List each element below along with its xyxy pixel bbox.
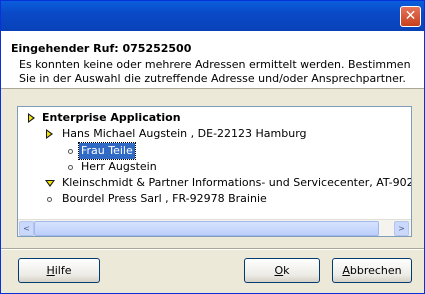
tree-node-root[interactable]: Enterprise Application <box>26 110 406 126</box>
expanded-arrow-icon[interactable] <box>45 180 55 187</box>
tree-node-company[interactable]: Hans Michael Augstein , DE-22123 Hamburg <box>44 126 411 142</box>
cancel-button[interactable]: Abbrechen <box>332 258 412 283</box>
tree-node-label: Herr Augstein <box>81 160 157 173</box>
scroll-left-icon: < <box>23 224 30 233</box>
help-mnemonic: H <box>46 264 55 277</box>
leaf-bullet-icon <box>68 165 73 170</box>
tree-node-contact[interactable]: Frau Teile <box>66 142 186 160</box>
help-button[interactable]: Hilfe <box>18 258 100 283</box>
ok-label: k <box>283 264 290 277</box>
dialog-header: Eingehender Ruf: 075252500 Es konnten ke… <box>1 31 424 89</box>
address-tree[interactable]: Enterprise Application Hans Michael Augs… <box>17 106 412 237</box>
tree-node-label: Frau Teile <box>78 142 136 160</box>
footer-separator <box>1 248 424 250</box>
leaf-bullet-icon <box>47 197 52 202</box>
scroll-left-button[interactable]: < <box>19 221 34 236</box>
tree-node-label: Hans Michael Augstein , DE-22123 Hamburg <box>62 127 307 140</box>
scroll-right-button[interactable]: > <box>394 221 409 236</box>
leaf-bullet-icon <box>68 149 73 154</box>
ok-mnemonic: O <box>274 264 284 277</box>
collapsed-arrow-icon[interactable] <box>46 129 53 139</box>
scroll-right-icon: > <box>398 224 405 233</box>
dialog-title: Eingehender Ruf: 075252500 <box>11 42 192 55</box>
tree-node-label: Kleinschmidt & Partner Informations- und… <box>62 176 411 189</box>
collapsed-arrow-icon[interactable] <box>28 113 35 123</box>
incoming-call-dialog: ✕ Eingehender Ruf: 075252500 Es konnten … <box>0 0 425 294</box>
horizontal-scrollbar[interactable]: < > <box>18 219 411 236</box>
dialog-message: Es konnten keine oder mehrere Adressen e… <box>19 58 411 85</box>
tree-node-label: Enterprise Application <box>42 111 181 124</box>
tree-node-company[interactable]: Bourdel Press Sarl , FR-92978 Brainie <box>44 191 411 207</box>
close-button[interactable]: ✕ <box>400 6 421 27</box>
help-label: ilfe <box>54 264 72 277</box>
tree-node-label: Bourdel Press Sarl , FR-92978 Brainie <box>62 192 267 205</box>
scroll-thumb[interactable] <box>34 221 379 236</box>
ok-button[interactable]: Ok <box>244 258 320 283</box>
title-bar: ✕ <box>1 1 424 31</box>
cancel-label: bbrechen <box>349 264 402 277</box>
close-icon: ✕ <box>404 8 417 24</box>
tree-node-contact[interactable]: Herr Augstein <box>66 159 206 175</box>
tree-node-company[interactable]: Kleinschmidt & Partner Informations- und… <box>44 175 411 191</box>
cancel-mnemonic: A <box>342 264 350 277</box>
